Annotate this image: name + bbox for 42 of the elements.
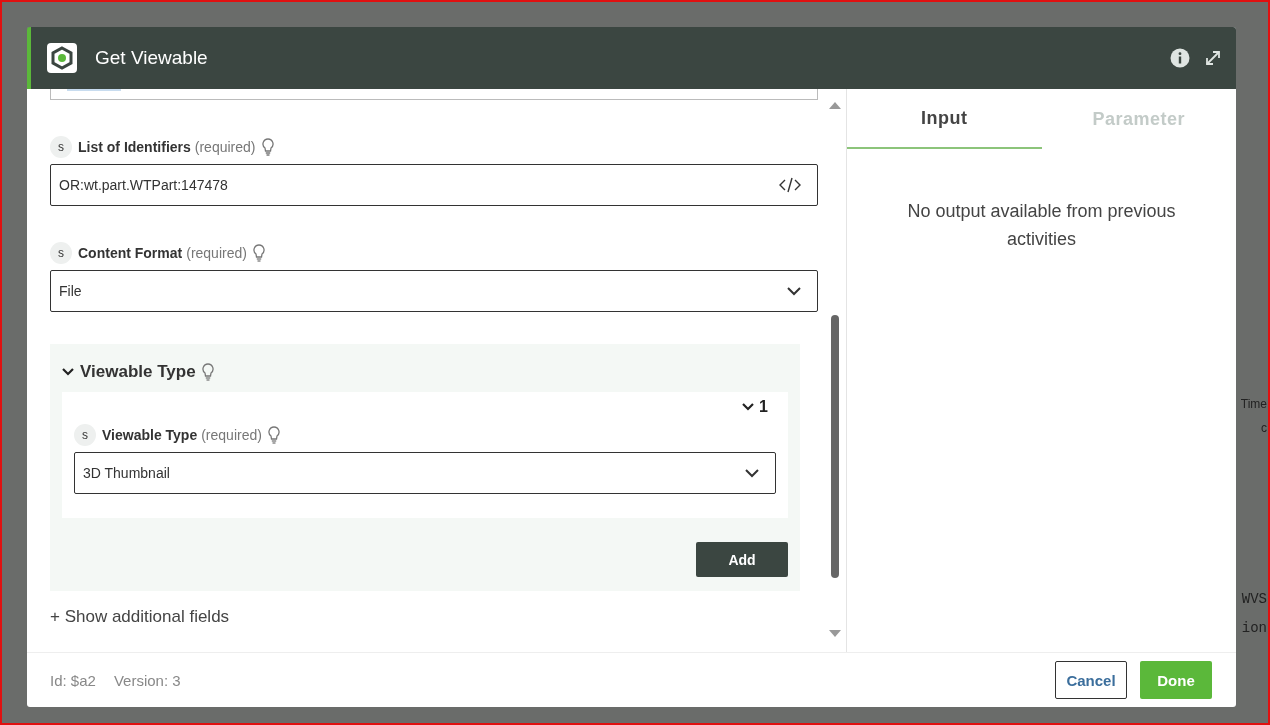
chevron-down-icon[interactable] bbox=[787, 286, 801, 296]
dropdown[interactable]: 3D Thumbnail bbox=[74, 452, 776, 494]
required-note: (required) bbox=[201, 427, 262, 443]
tab[interactable]: Input bbox=[847, 89, 1042, 149]
empty-message: No output available from previous activities bbox=[906, 200, 1177, 251]
code-icon[interactable] bbox=[779, 177, 801, 193]
lightbulb-icon[interactable] bbox=[267, 426, 280, 444]
logo-icon bbox=[47, 43, 77, 73]
required-note: (required) bbox=[194, 139, 256, 155]
version-label: Version: 3 bbox=[113, 671, 181, 689]
background-text: ion bbox=[1241, 620, 1267, 636]
lightbulb-icon[interactable] bbox=[261, 138, 274, 156]
type-badge: s bbox=[74, 424, 96, 446]
chevron-down-icon[interactable] bbox=[742, 401, 755, 413]
dropdown[interactable]: File bbox=[50, 270, 818, 312]
background-text: Time bbox=[1240, 396, 1267, 412]
chevron-down-icon[interactable] bbox=[745, 468, 759, 478]
required-note: (required) bbox=[186, 245, 247, 261]
scroll-down-icon[interactable] bbox=[829, 630, 841, 638]
field-label: Content Format bbox=[78, 245, 183, 261]
scrollbar-thumb[interactable] bbox=[831, 315, 839, 578]
input-field[interactable] bbox=[50, 89, 818, 100]
id-label: Id: $a2 bbox=[50, 671, 96, 689]
background-text: WVS bbox=[1241, 591, 1267, 607]
lightbulb-icon[interactable] bbox=[252, 244, 265, 262]
chevron-down-icon[interactable] bbox=[62, 366, 74, 378]
group-title: Viewable Type bbox=[80, 362, 196, 382]
add-button[interactable]: Add bbox=[696, 542, 788, 577]
window-title: Get Viewable bbox=[95, 47, 208, 69]
item-number: 1 bbox=[759, 398, 768, 416]
cancel-button[interactable]: Cancel bbox=[1055, 661, 1127, 699]
scroll-up-icon[interactable] bbox=[829, 101, 841, 109]
type-badge: s bbox=[50, 242, 72, 264]
field-label: Viewable Type bbox=[102, 427, 198, 443]
show-fields-link[interactable]: + Show additional fields bbox=[50, 607, 230, 627]
type-badge: s bbox=[50, 136, 72, 158]
expand-icon[interactable] bbox=[1204, 49, 1222, 67]
info-icon[interactable] bbox=[1170, 48, 1190, 68]
input-field[interactable]: OR:wt.part.WTPart:147478 bbox=[50, 164, 818, 206]
background-text: c bbox=[1261, 420, 1267, 436]
field-label: List of Identifiers bbox=[78, 139, 191, 155]
lightbulb-icon[interactable] bbox=[201, 363, 214, 381]
